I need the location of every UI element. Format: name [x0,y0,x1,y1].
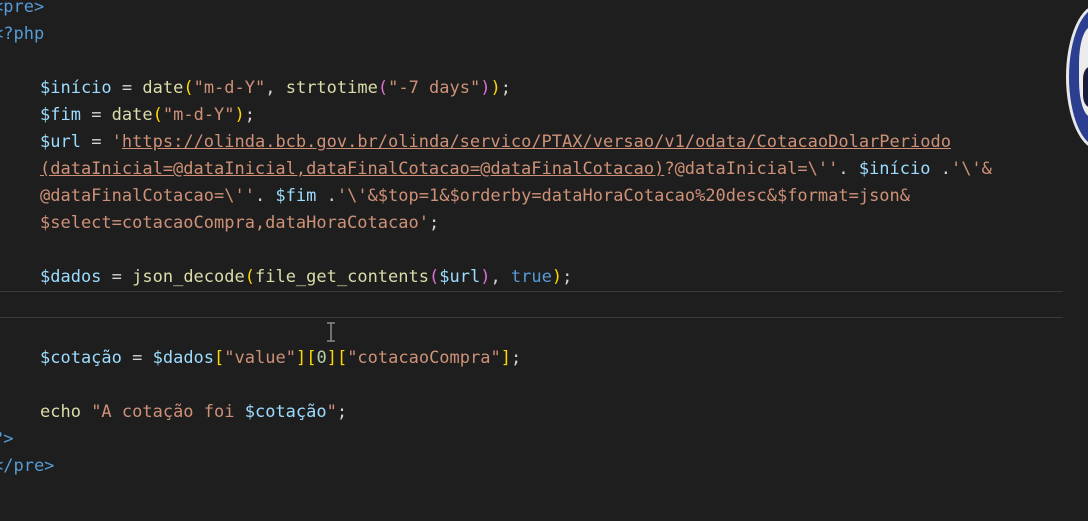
code-token: <?php [0,24,45,44]
code-line[interactable] [0,237,1063,264]
code-token: "m-d-Y" [162,105,235,125]
code-token: $select=cotacaoCompra,dataHoraCotacao' [40,213,429,233]
code-token: . [254,186,276,206]
i-beam-cursor-icon [327,322,335,342]
code-token: file_get_contents [254,267,429,287]
code-token: = [101,267,133,287]
code-token: $cotação [244,402,327,422]
code-token: ) [490,78,501,98]
code-line[interactable]: @dataFinalCotacao=\''. $fim .'\'&$top=1&… [0,183,1063,210]
code-line[interactable]: <?php [0,21,1063,48]
code-token: (dataInicial=@dataInicial,dataFinalCotac… [40,159,665,179]
code-token: $dados [40,267,102,287]
code-token: @dataFinalCotacao=\'' [40,186,255,206]
code-token: = [80,132,112,152]
code-token: ?@dataInicial=\'' [664,159,839,179]
code-token: ] [295,348,307,368]
code-token: '\'& [950,159,992,179]
code-token: . [838,159,859,179]
code-line[interactable]: $início = date("m-d-Y", strtotime("-7 da… [0,75,1063,102]
code-token: , [490,267,511,287]
code-token: '\'&$top=1&$orderby=dataHoraCotacao%20de… [336,186,911,206]
code-token: ; [510,348,522,368]
code-line[interactable] [0,372,1063,399]
code-token: true [510,267,552,287]
code-line[interactable]: $select=cotacaoCompra,dataHoraCotacao'; [0,210,1063,237]
code-token: " [326,402,337,422]
code-token: = [111,78,143,98]
code-token: date [142,78,184,98]
code-token: "m-d-Y" [193,78,266,98]
code-token: ( [183,78,194,98]
code-token: $início [40,78,112,98]
code-token: . [316,186,337,206]
code-token: ( [428,267,440,287]
code-token: $url [439,267,481,287]
code-token: "A cotação foi [91,402,245,422]
code-line[interactable]: ?> [0,426,1063,453]
code-token: 0 [316,348,327,368]
code-token: $fim [275,186,317,206]
code-token: ; [244,105,256,125]
code-token: ] [326,348,337,368]
code-token: ) [551,267,563,287]
code-token: date [111,105,153,125]
code-token: $url [40,132,81,152]
code-line[interactable] [0,318,1063,345]
code-token: $dados [152,348,215,368]
code-token: ( [244,267,255,287]
code-token: ) [480,78,491,98]
code-line[interactable]: $url = 'https://olinda.bcb.gov.br/olinda… [0,129,1063,156]
code-token: ) [480,267,491,287]
code-token: echo [40,402,92,422]
code-token: ; [428,213,440,233]
code-token: ; [500,78,511,98]
code-token: [ [214,348,225,368]
code-token: [ [306,348,317,368]
code-line[interactable]: </pre> [0,453,1063,480]
code-token: json_decode [132,267,245,287]
code-token: ?> [0,429,14,449]
code-token: <pre> [0,0,45,17]
code-token: . [930,159,951,179]
code-token: $cotação [40,348,122,368]
code-line[interactable] [0,48,1063,75]
code-line[interactable]: $cotação = $dados["value"][0]["cotacaoCo… [0,345,1063,372]
code-token: "cotacaoCompra" [347,348,501,368]
code-editor[interactable]: <pre><?php$início = date("m-d-Y", strtot… [0,0,1088,521]
code-token: = [121,348,153,368]
code-token: ( [377,78,389,98]
code-token: ) [234,105,245,125]
code-token: </pre> [0,456,55,476]
code-line[interactable]: (dataInicial=@dataInicial,dataFinalCotac… [0,156,1063,183]
code-line[interactable]: <pre> [0,0,1063,21]
code-token: ; [562,267,573,287]
code-token: ' [111,132,122,152]
code-token: $início [858,159,931,179]
code-token: ; [336,402,348,422]
code-token: strtotime [285,78,378,98]
code-line[interactable]: $fim = date("m-d-Y"); [0,102,1063,129]
code-token: "value" [224,348,296,368]
code-token: $fim [40,105,81,125]
code-token: ( [152,105,163,125]
code-line[interactable] [0,291,1063,318]
code-token: "-7 days" [388,78,481,98]
code-line[interactable]: echo "A cotação foi $cotação"; [0,399,1063,426]
code-token: [ [336,348,348,368]
code-token: , [265,78,286,98]
code-token: = [80,105,112,125]
code-token: ] [500,348,511,368]
code-area[interactable]: <pre><?php$início = date("m-d-Y", strtot… [0,0,1070,480]
code-token: https://olinda.bcb.gov.br/olinda/servico… [121,132,951,152]
code-line[interactable]: $dados = json_decode(file_get_contents($… [0,264,1063,291]
